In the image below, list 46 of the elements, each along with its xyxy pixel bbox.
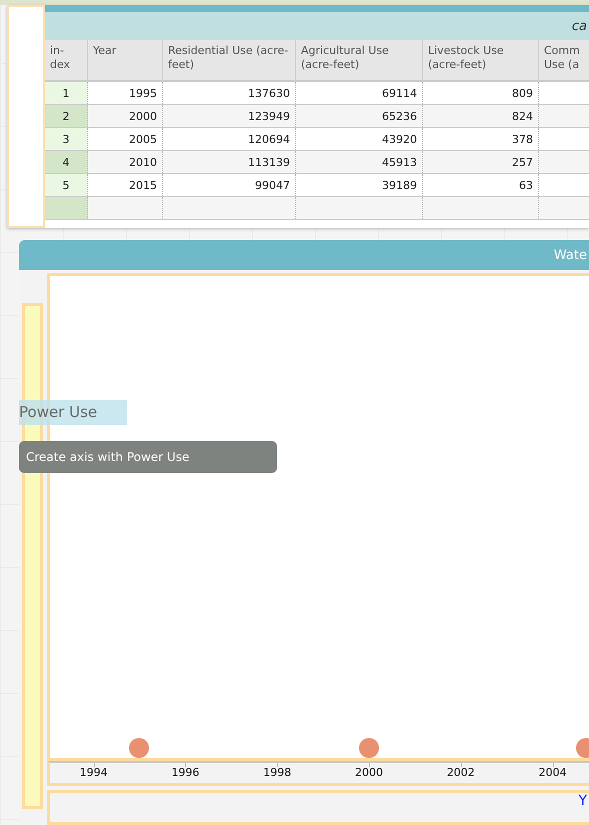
table-cell: 137630 <box>163 82 296 104</box>
table-cell: 39189 <box>296 174 423 196</box>
table-cell: 113139 <box>163 151 296 173</box>
table-cell: 2010 <box>88 151 163 173</box>
table-cell: 824 <box>423 105 539 127</box>
table-cell: 43920 <box>296 128 423 150</box>
tick-label: 2004 <box>538 766 567 780</box>
card-title: Wate <box>554 248 587 262</box>
row-index: 4 <box>45 151 88 173</box>
table-cell: 2015 <box>88 174 163 196</box>
table-cell: 63 <box>423 174 539 196</box>
column-header[interactable]: Livestock Use (acre-feet) <box>423 40 539 80</box>
column-header[interactable]: Year <box>88 40 163 80</box>
row-index: 3 <box>45 128 88 150</box>
tick-label: 1998 <box>263 766 292 780</box>
row-index: 1 <box>45 82 88 104</box>
tick-label: 2002 <box>446 766 475 780</box>
table-cell: 99047 <box>163 174 296 196</box>
column-header[interactable]: Comm Use (a <box>539 40 589 80</box>
table-cell: 809 <box>423 82 539 104</box>
axis-label[interactable]: Y <box>578 793 587 810</box>
row-index: 2 <box>45 105 88 127</box>
tick-label: 2000 <box>355 766 384 780</box>
drag-label: Power Use <box>19 400 127 425</box>
axis-drop-zone[interactable]: Y <box>47 790 589 825</box>
tooltip: Create axis with Power Use <box>19 441 277 473</box>
table-cell: 123949 <box>163 105 296 127</box>
row-index: 5 <box>45 174 88 196</box>
table-cell: 1995 <box>88 82 163 104</box>
card-title: ca <box>572 18 587 34</box>
data-point[interactable] <box>129 738 150 758</box>
table-cell: 45913 <box>296 151 423 173</box>
table-cell: 2000 <box>88 105 163 127</box>
table-cell: 378 <box>423 128 539 150</box>
column-header[interactable]: Agricultural Use (acre-feet) <box>296 40 423 80</box>
column-header[interactable]: Residential Use (acre-feet) <box>163 40 296 80</box>
tick-label: 1996 <box>171 766 200 780</box>
column-header[interactable]: in-dex <box>45 40 88 80</box>
table-cell: 65236 <box>296 105 423 127</box>
table-cell: 257 <box>423 151 539 173</box>
table-cell: 2005 <box>88 128 163 150</box>
tick-label: 1994 <box>80 766 108 780</box>
table-cell: 120694 <box>163 128 296 150</box>
data-point[interactable] <box>359 738 380 758</box>
x-axis[interactable]: 1994 1996 1998 2000 2002 2004 <box>47 761 589 786</box>
table-cell: 69114 <box>296 82 423 104</box>
